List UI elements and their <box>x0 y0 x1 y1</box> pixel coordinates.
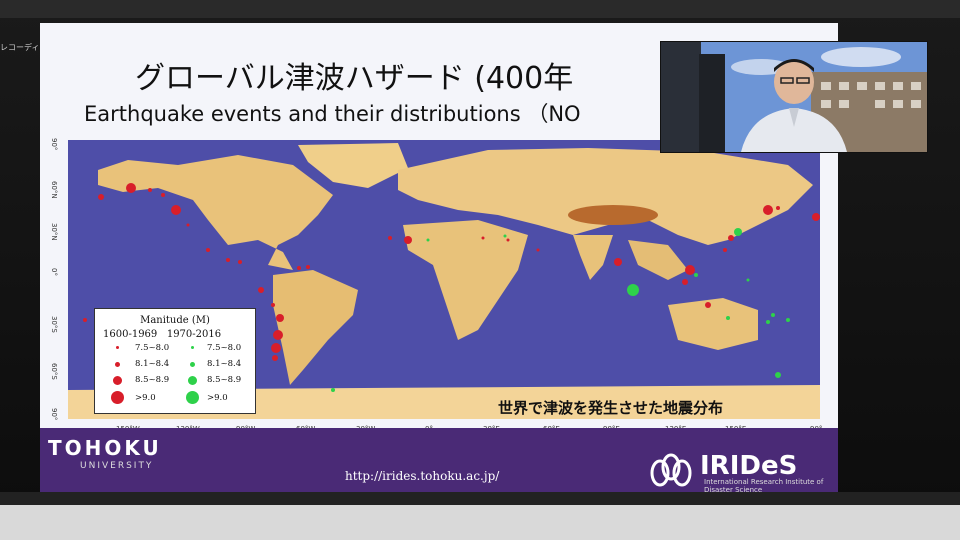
legend-range: 7.5~8.0 <box>135 343 170 353</box>
window-titlebar <box>0 0 960 18</box>
presenter-video[interactable] <box>660 41 928 153</box>
slide-url: http://irides.tohoku.ac.jp/ <box>345 469 500 483</box>
legend-periods: 1600-1969 1970-2016 <box>103 329 221 340</box>
legend-dot-new <box>188 376 197 385</box>
lat-label: 30°S <box>50 316 58 333</box>
legend-range: 8.5~8.9 <box>207 375 242 385</box>
lat-label: 60°S <box>50 363 58 380</box>
tohoku-logo-text: TOHOKU <box>48 436 162 460</box>
recording-app-label[interactable]: レコーディング... <box>0 42 45 53</box>
legend-dot-old <box>115 362 120 367</box>
slide-title-jp: グローバル津波ハザード (400年 <box>135 61 574 96</box>
desk-surface <box>0 505 960 540</box>
legend-dot-new <box>190 362 195 367</box>
lat-label: 30°N <box>50 223 58 241</box>
lat-label: 60°N <box>50 181 58 199</box>
legend-range: 8.1~8.4 <box>207 359 242 369</box>
legend-dot-old <box>113 376 122 385</box>
legend-period-new: 1970-2016 <box>166 329 222 340</box>
legend-range: >9.0 <box>207 393 228 403</box>
legend-period-old: 1600-1969 <box>103 329 158 340</box>
legend-dot-old <box>116 346 119 349</box>
university-sub-text: UNIVERSITY <box>80 461 154 471</box>
legend-title: Manitude (M) <box>140 315 210 326</box>
legend-dot-new <box>186 391 199 404</box>
lat-label: 90° <box>50 408 58 421</box>
map-caption-jp: 世界で津波を発生させた地震分布 <box>498 399 724 417</box>
legend-range: 8.5~8.9 <box>135 375 170 385</box>
legend-dot-new <box>191 346 194 349</box>
magnitude-legend: Manitude (M) 1600-1969 1970-2016 7.5~8.0… <box>94 308 256 414</box>
irides-sub-text: International Research Institute of Disa… <box>704 478 824 493</box>
slide-title-en: Earthquake events and their distribution… <box>84 102 581 126</box>
irides-logo-icon <box>650 453 692 487</box>
legend-range: 8.1~8.4 <box>135 359 170 369</box>
irides-name: IRIDeS <box>700 451 798 481</box>
lat-label: 0° <box>50 268 58 276</box>
legend-dot-old <box>111 391 124 404</box>
legend-range: >9.0 <box>135 393 156 403</box>
lat-label: 90° <box>50 138 58 151</box>
presenter-video-frame <box>661 42 927 152</box>
legend-range: 7.5~8.0 <box>207 343 242 353</box>
